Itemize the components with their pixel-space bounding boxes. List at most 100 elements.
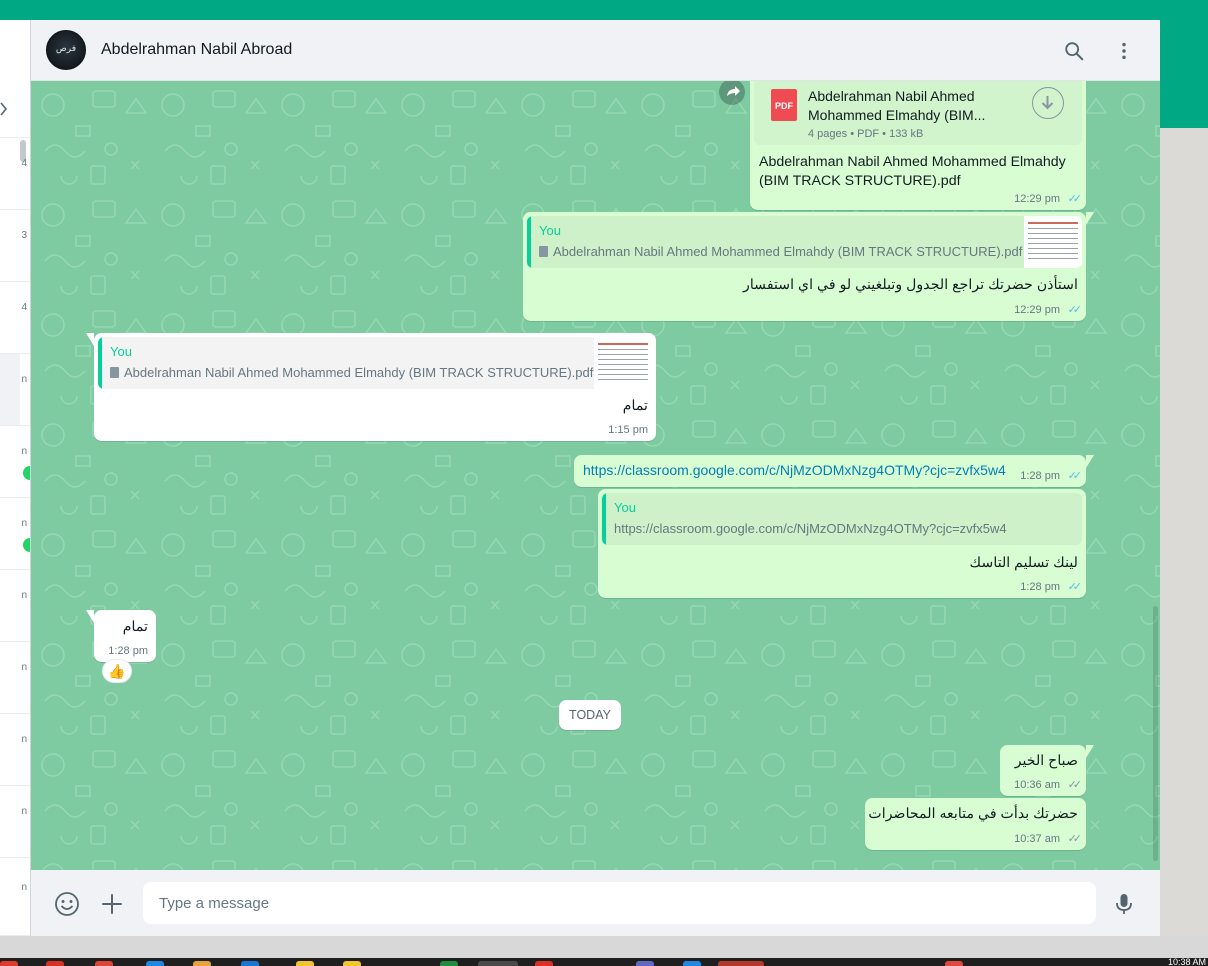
message-text: صباح الخير	[1014, 753, 1078, 769]
incoming-text-message[interactable]: تمام 1:28 pm	[86, 610, 156, 662]
read-receipt-icon: ✓✓	[1067, 470, 1083, 482]
taskbar-app-icon[interactable]	[440, 961, 458, 966]
quoted-message[interactable]: You https://classroom.google.com/c/NjMzO…	[602, 493, 1082, 545]
message-time: 10:36 am	[1014, 779, 1060, 791]
chat-list-row[interactable]: 4	[0, 282, 30, 354]
message-list[interactable]: PDF Abdelrahman Nabil Ahmed Mohammed Elm…	[31, 81, 1160, 870]
taskbar-app-icon[interactable]	[683, 961, 701, 966]
document-thumbnail	[594, 337, 652, 389]
taskbar-app-icon[interactable]	[343, 961, 361, 966]
document-card[interactable]: PDF Abdelrahman Nabil Ahmed Mohammed Elm…	[754, 81, 1082, 145]
chat-list-fragment: n	[21, 882, 27, 893]
chat-list-panel: 4 3 4 n n n n n n n n	[0, 20, 31, 936]
chat-list-row[interactable]: n	[0, 426, 30, 498]
contact-name[interactable]: Abdelrahman Nabil Abroad	[101, 41, 292, 59]
message-text: تمام	[122, 619, 148, 635]
taskbar-clock[interactable]: 10:38 AM	[1168, 957, 1206, 966]
taskbar-app-icon[interactable]	[535, 961, 553, 966]
message-time: 12:29 pm	[1014, 304, 1060, 316]
search-icon[interactable]	[1063, 40, 1085, 62]
forward-button[interactable]	[719, 81, 745, 105]
date-separator: TODAY	[559, 700, 621, 730]
quote-bar	[527, 216, 531, 268]
message-time: 1:15 pm	[608, 424, 648, 436]
document-meta: 4 pages • PDF • 133 kB	[808, 128, 924, 140]
window-top-strip	[0, 0, 1208, 20]
bubble-tail	[1086, 212, 1094, 225]
taskbar-app-icon[interactable]	[241, 961, 259, 966]
chat-list-row[interactable]: 3	[0, 210, 30, 282]
chat-list-row[interactable]: n	[0, 642, 30, 714]
chat-list-row[interactable]: n	[0, 786, 30, 858]
bubble-tail	[86, 610, 94, 623]
taskbar-app-icon[interactable]	[718, 961, 764, 966]
download-button[interactable]	[1032, 87, 1064, 119]
outgoing-text-message[interactable]: صباح الخير 10:36 am ✓✓	[1000, 745, 1094, 796]
quoted-text-row: Abdelrahman Nabil Ahmed Mohammed Elmahdy…	[110, 365, 593, 380]
unread-badge	[23, 538, 30, 552]
quoted-author: You	[110, 344, 132, 359]
quoted-author: You	[614, 500, 636, 515]
reaction-badge[interactable]: 👍	[102, 659, 132, 683]
outgoing-document-message[interactable]: PDF Abdelrahman Nabil Ahmed Mohammed Elm…	[750, 81, 1086, 210]
bubble-tail	[86, 333, 94, 346]
emoji-icon[interactable]	[54, 891, 80, 917]
taskbar-app-icon[interactable]	[0, 961, 18, 966]
outgoing-text-message[interactable]: حضرتك بدأت في متابعه المحاضرات 10:37 am …	[865, 798, 1086, 850]
chat-list-fragment: n	[21, 806, 27, 817]
document-title: Abdelrahman Nabil Ahmed Mohammed Elmahdy…	[808, 88, 986, 123]
taskbar-app-icon[interactable]	[945, 961, 963, 966]
taskbar-app-icon[interactable]	[146, 961, 164, 966]
document-icon	[110, 367, 119, 378]
outgoing-reply-message[interactable]: You https://classroom.google.com/c/NjMzO…	[598, 489, 1086, 598]
chat-list-fragment: n	[21, 662, 27, 673]
message-time: 1:28 pm	[1020, 470, 1060, 482]
document-icon	[539, 246, 548, 257]
message-input-box[interactable]	[143, 882, 1096, 924]
quote-bar	[602, 493, 606, 545]
message-time: 1:28 pm	[1020, 581, 1060, 593]
conversation-panel: فرص Abdelrahman Nabil Abroad PDF Abdelra…	[31, 20, 1160, 936]
pdf-icon-label: PDF	[775, 101, 793, 111]
message-scrollbar[interactable]	[1153, 606, 1158, 861]
chat-list-row[interactable]: n	[0, 498, 30, 570]
taskbar-app-icon[interactable]	[193, 961, 211, 966]
conversation-header[interactable]: فرص Abdelrahman Nabil Abroad	[31, 20, 1160, 81]
document-thumbnail	[1024, 216, 1082, 268]
kebab-menu-icon[interactable]	[1113, 40, 1135, 62]
quoted-text: Abdelrahman Nabil Ahmed Mohammed Elmahdy…	[124, 365, 594, 380]
unread-badge	[23, 466, 30, 480]
taskbar-app-icon[interactable]	[296, 961, 314, 966]
incoming-reply-message[interactable]: You Abdelrahman Nabil Ahmed Mohammed Elm…	[86, 333, 656, 441]
chat-list-row[interactable]: n	[0, 570, 30, 642]
read-receipt-icon: ✓✓	[1067, 193, 1083, 205]
outgoing-link-message[interactable]: https://classroom.google.com/c/NjMzODMxN…	[574, 455, 1094, 487]
plus-icon[interactable]	[99, 891, 125, 917]
chat-list-fragment: n	[21, 374, 27, 385]
chat-list-row[interactable]: n	[0, 354, 30, 426]
chat-list-row[interactable]: n	[0, 714, 30, 786]
avatar-logo-text: فرص	[55, 44, 77, 54]
taskbar-app-icon[interactable]	[636, 961, 654, 966]
chat-list-fragment: n	[21, 734, 27, 745]
outgoing-reply-message[interactable]: You Abdelrahman Nabil Ahmed Mohammed Elm…	[523, 212, 1094, 321]
quoted-text: Abdelrahman Nabil Ahmed Mohammed Elmahdy…	[553, 244, 1023, 259]
read-receipt-icon: ✓✓	[1067, 304, 1083, 316]
taskbar-app-icon[interactable]	[46, 961, 64, 966]
message-text: حضرتك بدأت في متابعه المحاضرات	[868, 806, 1078, 822]
quoted-message[interactable]: You Abdelrahman Nabil Ahmed Mohammed Elm…	[98, 337, 652, 389]
taskbar-app-icon[interactable]	[95, 961, 113, 966]
avatar[interactable]: فرص	[46, 30, 86, 70]
chat-list-row[interactable]	[0, 20, 30, 138]
delivered-receipt-icon: ✓✓	[1067, 779, 1083, 791]
quoted-message[interactable]: You Abdelrahman Nabil Ahmed Mohammed Elm…	[527, 216, 1082, 268]
message-time: 12:29 pm	[1014, 193, 1060, 205]
message-input[interactable]	[159, 882, 1079, 924]
message-link[interactable]: https://classroom.google.com/c/NjMzODMxN…	[583, 462, 1006, 478]
microphone-icon[interactable]	[1111, 891, 1137, 917]
background-gray-area	[1160, 128, 1208, 936]
message-composer	[31, 870, 1160, 936]
taskbar-active-app[interactable]	[478, 961, 518, 966]
chat-list-row[interactable]: 4	[0, 138, 30, 210]
chat-list-row[interactable]: n	[0, 858, 30, 936]
